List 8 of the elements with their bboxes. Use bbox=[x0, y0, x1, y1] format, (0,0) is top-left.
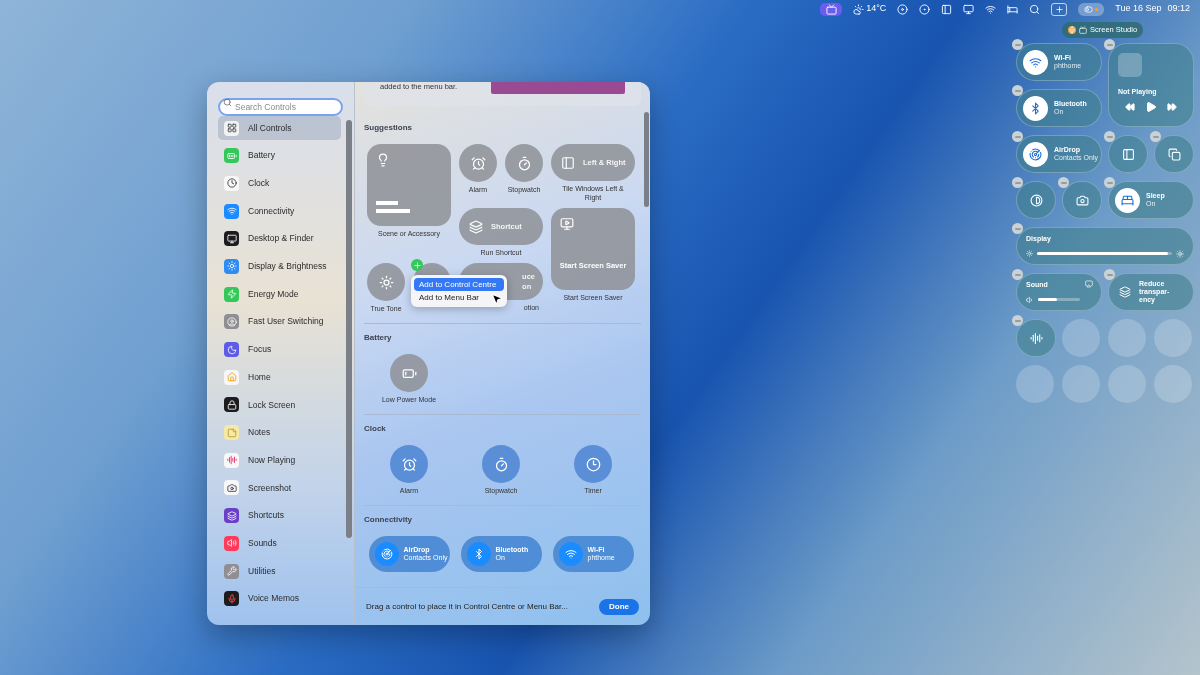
date-text: Tue 16 Sep bbox=[1115, 2, 1162, 16]
hint-text: Drag a control to place it in Control Centre or Menu Bar... bbox=[366, 600, 568, 613]
section-title: Suggestions bbox=[364, 122, 413, 134]
section-title: Battery bbox=[364, 332, 393, 344]
section-title: Clock bbox=[364, 423, 387, 435]
temperature-text: 14°C bbox=[866, 2, 887, 16]
section-title: Connectivity bbox=[364, 514, 413, 526]
time-text: 09:12 bbox=[1167, 2, 1190, 16]
